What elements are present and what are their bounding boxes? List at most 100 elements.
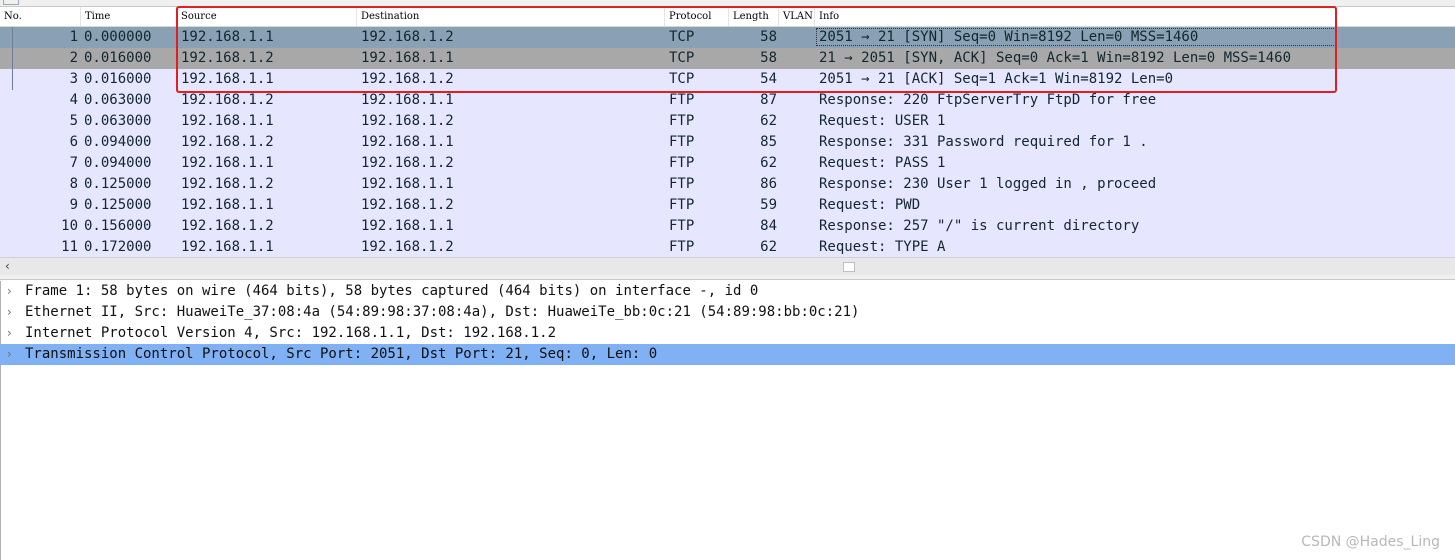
scrollbar-thumb[interactable] [843, 262, 855, 272]
cell-no: 9 [69, 197, 78, 213]
detail-tree-label: Ethernet II, Src: HuaweiTe_37:08:4a (54:… [25, 304, 860, 320]
detail-tree-item[interactable]: › Ethernet II, Src: HuaweiTe_37:08:4a (54… [0, 302, 1455, 323]
chevron-right-icon[interactable]: › [7, 302, 12, 323]
column-header-info[interactable]: Info [815, 7, 1455, 26]
cell-length: 62 [760, 239, 777, 255]
cell-length: 62 [760, 113, 777, 129]
cell-protocol: FTP [669, 134, 695, 150]
packet-row[interactable]: 7 0.094000 192.168.1.1 192.168.1.2 FTP 62 Requ… [0, 153, 1455, 174]
packet-row[interactable]: 2 0.016000 192.168.1.2 192.168.1.1 TCP 58 21 →… [0, 48, 1455, 69]
cell-info: Response: 220 FtpServerTry FtpD for free [819, 92, 1157, 108]
cell-time: 0.094000 [84, 155, 152, 171]
cell-destination: 192.168.1.2 [361, 197, 454, 213]
toolbar-strip [0, 0, 1455, 7]
cell-protocol: TCP [669, 71, 695, 87]
cell-destination: 192.168.1.2 [361, 29, 454, 45]
detail-tree-item[interactable]: › Internet Protocol Version 4, Src: 192.1… [0, 323, 1455, 344]
cell-length: 58 [760, 29, 777, 45]
cell-no: 10 [61, 218, 78, 234]
packet-row[interactable]: 4 0.063000 192.168.1.2 192.168.1.1 FTP 87 Resp… [0, 90, 1455, 111]
packet-row[interactable]: 1 0.000000 192.168.1.1 192.168.1.2 TCP 58 2051… [0, 27, 1455, 48]
cell-protocol: FTP [669, 197, 695, 213]
cell-info: 2051 → 21 [SYN] Seq=0 Win=8192 Len=0 MSS… [819, 29, 1199, 45]
cell-info: Request: USER 1 [819, 113, 946, 129]
cell-protocol: FTP [669, 155, 695, 171]
cell-destination: 192.168.1.2 [361, 155, 454, 171]
cell-info: Response: 331 Password required for 1 . [819, 134, 1148, 150]
cell-time: 0.125000 [84, 197, 152, 213]
cell-no: 1 [69, 29, 78, 45]
cell-no: 8 [69, 176, 78, 192]
cell-protocol: FTP [669, 239, 695, 255]
detail-tree-item[interactable]: › Frame 1: 58 bytes on wire (464 bits), 5… [0, 281, 1455, 302]
packet-row[interactable]: 5 0.063000 192.168.1.1 192.168.1.2 FTP 62 Requ… [0, 111, 1455, 132]
cell-length: 58 [760, 50, 777, 66]
cell-source: 192.168.1.2 [181, 134, 274, 150]
cell-info: Request: PWD [819, 197, 921, 213]
detail-tree-label: Transmission Control Protocol, Src Port:… [25, 346, 658, 362]
cell-source: 192.168.1.2 [181, 92, 274, 108]
cell-source: 192.168.1.1 [181, 29, 274, 45]
pane-splitter[interactable] [0, 275, 1455, 280]
cell-no: 7 [69, 155, 78, 171]
cell-time: 0.063000 [84, 92, 152, 108]
watermark: CSDN @Hades_Ling [1301, 534, 1440, 550]
cell-time: 0.094000 [84, 134, 152, 150]
column-header-protocol[interactable]: Protocol [665, 7, 729, 26]
packet-row[interactable]: 8 0.125000 192.168.1.2 192.168.1.1 FTP 86 Resp… [0, 174, 1455, 195]
cell-destination: 192.168.1.1 [361, 134, 454, 150]
cell-no: 11 [61, 239, 78, 255]
packet-row[interactable]: 3 0.016000 192.168.1.1 192.168.1.2 TCP 54 2051… [0, 69, 1455, 90]
toolbar-grip [3, 0, 19, 5]
cell-no: 3 [69, 71, 78, 87]
cell-length: 54 [760, 71, 777, 87]
detail-tree-label: Internet Protocol Version 4, Src: 192.16… [25, 325, 557, 341]
chevron-right-icon[interactable]: › [7, 281, 12, 302]
cell-destination: 192.168.1.1 [361, 50, 454, 66]
cell-source: 192.168.1.2 [181, 218, 274, 234]
cell-length: 87 [760, 92, 777, 108]
cell-destination: 192.168.1.1 [361, 218, 454, 234]
cell-length: 85 [760, 134, 777, 150]
packet-list-header: No. Time Source Destination Protocol Len… [0, 7, 1455, 27]
detail-tree-item[interactable]: › Transmission Control Protocol, Src Port… [0, 344, 1455, 365]
column-header-destination[interactable]: Destination [357, 7, 665, 26]
cell-info: Response: 257 "/" is current directory [819, 218, 1140, 234]
cell-protocol: FTP [669, 113, 695, 129]
cell-no: 6 [69, 134, 78, 150]
packet-row[interactable]: 6 0.094000 192.168.1.2 192.168.1.1 FTP 85 Resp… [0, 132, 1455, 153]
column-header-vlan[interactable]: VLAN [779, 7, 815, 26]
column-header-no[interactable]: No. [0, 7, 81, 26]
cell-destination: 192.168.1.2 [361, 113, 454, 129]
cell-time: 0.000000 [84, 29, 152, 45]
column-header-time[interactable]: Time [81, 7, 177, 26]
cell-protocol: FTP [669, 176, 695, 192]
cell-no: 4 [69, 92, 78, 108]
cell-time: 0.156000 [84, 218, 152, 234]
cell-source: 192.168.1.2 [181, 176, 274, 192]
packet-row[interactable]: 11 0.172000 192.168.1.1 192.168.1.2 FTP 62 Req… [0, 237, 1455, 258]
packet-row[interactable]: 9 0.125000 192.168.1.1 192.168.1.2 FTP 59 Requ… [0, 195, 1455, 216]
cell-protocol: FTP [669, 92, 695, 108]
cell-source: 192.168.1.1 [181, 239, 274, 255]
horizontal-scrollbar[interactable]: ‹ [0, 257, 1455, 276]
cell-destination: 192.168.1.1 [361, 176, 454, 192]
cell-length: 62 [760, 155, 777, 171]
cell-source: 192.168.1.1 [181, 197, 274, 213]
arrow-left-icon[interactable]: ‹ [5, 258, 10, 275]
cell-time: 0.016000 [84, 50, 152, 66]
cell-destination: 192.168.1.1 [361, 92, 454, 108]
packet-row[interactable]: 10 0.156000 192.168.1.2 192.168.1.1 FTP 84 Res… [0, 216, 1455, 237]
detail-tree-label: Frame 1: 58 bytes on wire (464 bits), 58… [25, 283, 759, 299]
cell-info: 21 → 2051 [SYN, ACK] Seq=0 Ack=1 Win=819… [819, 50, 1292, 66]
column-header-length[interactable]: Length [729, 7, 779, 26]
chevron-right-icon[interactable]: › [7, 344, 12, 365]
chevron-right-icon[interactable]: › [7, 323, 12, 344]
cell-info: Response: 230 User 1 logged in , proceed [819, 176, 1157, 192]
cell-info: Request: TYPE A [819, 239, 946, 255]
column-header-source[interactable]: Source [177, 7, 357, 26]
cell-time: 0.172000 [84, 239, 152, 255]
cell-no: 5 [69, 113, 78, 129]
cell-protocol: TCP [669, 29, 695, 45]
cell-info: Request: PASS 1 [819, 155, 946, 171]
